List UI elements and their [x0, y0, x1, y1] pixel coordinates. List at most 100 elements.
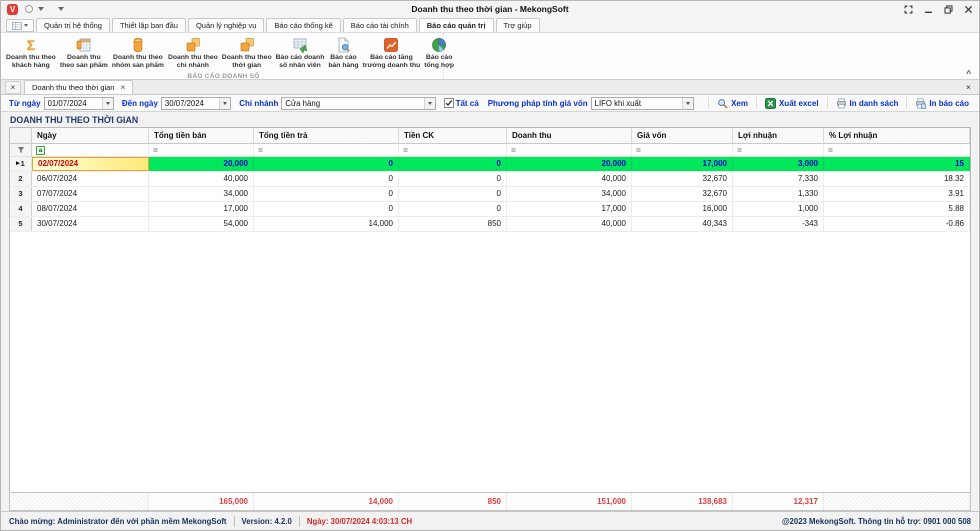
- toolbar-options-caret-icon[interactable]: [58, 7, 64, 11]
- minimize-icon[interactable]: [924, 5, 933, 14]
- cell-tong-tien-tra[interactable]: 0: [254, 172, 399, 186]
- ribbon-button-revenue-growth-report[interactable]: Báo cáo tăngtrưởng doanh thu: [361, 35, 423, 72]
- cell-tong-tien-ban[interactable]: 54,000: [149, 217, 254, 231]
- cell-tong-tien-ban[interactable]: 40,000: [149, 172, 254, 186]
- ribbon-button-summary-report[interactable]: Báo cáotổng hợp: [422, 35, 456, 72]
- ribbon-button-employee-sales-report[interactable]: Báo cáo doanhsố nhân viên: [274, 35, 327, 72]
- cell-tong-tien-tra[interactable]: 0: [254, 202, 399, 216]
- ribbon-button-revenue-by-customer[interactable]: Σ Doanh thu theokhách hàng: [4, 35, 58, 72]
- cell-tien-ck[interactable]: 0: [399, 202, 507, 216]
- cell-pct-loi-nhuan[interactable]: -0.86: [824, 217, 970, 231]
- cell-loi-nhuan[interactable]: 7,330: [733, 172, 824, 186]
- cell-doanh-thu[interactable]: 40,000: [507, 217, 632, 231]
- cell-doanh-thu[interactable]: 40,000: [507, 172, 632, 186]
- table-row[interactable]: 5 30/07/2024 54,000 14,000 850 40,000 40…: [10, 217, 970, 232]
- cell-loi-nhuan[interactable]: 1,000: [733, 202, 824, 216]
- menu-tab-thiet-lap-ban-dau[interactable]: Thiết lập ban đầu: [112, 18, 186, 32]
- to-date-combo[interactable]: 30/07/2024: [161, 97, 231, 110]
- cell-gia-von[interactable]: 32,670: [632, 187, 733, 201]
- restore-icon[interactable]: [944, 5, 953, 14]
- cell-loi-nhuan[interactable]: 3,000: [733, 157, 824, 171]
- cell-ngay[interactable]: 02/07/2024: [32, 157, 149, 171]
- cell-pct-loi-nhuan[interactable]: 5.88: [824, 202, 970, 216]
- cell-tien-ck[interactable]: 0: [399, 157, 507, 171]
- column-header-doanh-thu[interactable]: Doanh thu: [507, 128, 632, 143]
- cell-doanh-thu[interactable]: 34,000: [507, 187, 632, 201]
- column-header-ngay[interactable]: Ngày: [32, 128, 149, 143]
- filter-cell[interactable]: =: [733, 144, 824, 156]
- cell-tong-tien-ban[interactable]: 34,000: [149, 187, 254, 201]
- table-row[interactable]: 3 07/07/2024 34,000 0 0 34,000 32,670 1,…: [10, 187, 970, 202]
- all-checkbox-label[interactable]: Tất cả: [456, 99, 479, 108]
- chevron-down-icon[interactable]: [682, 98, 693, 109]
- all-checkbox[interactable]: [444, 98, 454, 108]
- menu-tab-bao-cao-tai-chinh[interactable]: Báo cáo tài chính: [343, 18, 417, 32]
- cell-tong-tien-tra[interactable]: 14,000: [254, 217, 399, 231]
- cell-tien-ck[interactable]: 0: [399, 172, 507, 186]
- fullscreen-icon[interactable]: [904, 5, 913, 14]
- cell-ngay[interactable]: 08/07/2024: [32, 202, 149, 216]
- cell-tong-tien-tra[interactable]: 0: [254, 157, 399, 171]
- cell-doanh-thu[interactable]: 17,000: [507, 202, 632, 216]
- filter-cell[interactable]: =: [149, 144, 254, 156]
- ribbon-button-revenue-by-product-group[interactable]: Doanh thu theonhóm sản phẩm: [110, 35, 166, 72]
- quick-access-icon[interactable]: [25, 5, 33, 13]
- cell-loi-nhuan[interactable]: -343: [733, 217, 824, 231]
- cell-tong-tien-tra[interactable]: 0: [254, 187, 399, 201]
- ribbon-button-sales-report[interactable]: Báo cáobán hàng: [326, 35, 360, 72]
- app-menu-button[interactable]: [6, 19, 34, 32]
- filter-cell[interactable]: =: [507, 144, 632, 156]
- table-row[interactable]: 2 06/07/2024 40,000 0 0 40,000 32,670 7,…: [10, 172, 970, 187]
- cell-gia-von[interactable]: 40,343: [632, 217, 733, 231]
- menu-tab-bao-cao-thong-ke[interactable]: Báo cáo thống kê: [266, 18, 340, 32]
- cell-tien-ck[interactable]: 850: [399, 217, 507, 231]
- chevron-down-icon[interactable]: [102, 98, 113, 109]
- cell-gia-von[interactable]: 32,670: [632, 172, 733, 186]
- cell-ngay[interactable]: 07/07/2024: [32, 187, 149, 201]
- view-button[interactable]: Xem: [715, 98, 750, 109]
- column-header-tong-tien-tra[interactable]: Tổng tiền trả: [254, 128, 399, 143]
- column-header-gia-von[interactable]: Giá vốn: [632, 128, 733, 143]
- close-document-icon[interactable]: ×: [966, 82, 975, 94]
- chevron-down-icon[interactable]: [219, 98, 230, 109]
- menu-tab-tro-giup[interactable]: Trợ giúp: [496, 18, 540, 32]
- cell-ngay[interactable]: 30/07/2024: [32, 217, 149, 231]
- menu-tab-quan-ly-nghiep-vu[interactable]: Quản lý nghiệp vụ: [188, 18, 264, 32]
- close-tab-icon[interactable]: ×: [120, 83, 125, 93]
- print-list-button[interactable]: In danh sách: [834, 98, 901, 109]
- ribbon-button-revenue-by-product[interactable]: Doanh thutheo sản phẩm: [58, 35, 110, 72]
- cell-gia-von[interactable]: 17,000: [632, 157, 733, 171]
- from-date-combo[interactable]: 01/07/2024: [44, 97, 114, 110]
- cell-gia-von[interactable]: 16,000: [632, 202, 733, 216]
- close-icon[interactable]: [964, 5, 973, 14]
- menu-tab-quan-tri-he-thong[interactable]: Quản trị hệ thống: [36, 18, 110, 32]
- cell-loi-nhuan[interactable]: 1,330: [733, 187, 824, 201]
- ribbon-button-revenue-by-branch[interactable]: Doanh thu theochi nhánh: [166, 35, 220, 72]
- column-header-tien-ck[interactable]: Tiền CK: [399, 128, 507, 143]
- branch-combo[interactable]: Cửa hàng: [281, 97, 435, 110]
- cell-pct-loi-nhuan[interactable]: 15: [824, 157, 970, 171]
- filter-cell-ngay[interactable]: a: [32, 144, 149, 156]
- cell-tong-tien-ban[interactable]: 17,000: [149, 202, 254, 216]
- cell-ngay[interactable]: 06/07/2024: [32, 172, 149, 186]
- close-all-tabs-button[interactable]: ×: [5, 81, 21, 94]
- table-row[interactable]: ▸1 02/07/2024 20,000 0 0 20,000 17,000 3…: [10, 157, 970, 172]
- cell-pct-loi-nhuan[interactable]: 3.91: [824, 187, 970, 201]
- cell-tien-ck[interactable]: 0: [399, 187, 507, 201]
- filter-cell[interactable]: =: [254, 144, 399, 156]
- filter-cell[interactable]: =: [632, 144, 733, 156]
- menu-tab-bao-cao-quan-tri[interactable]: Báo cáo quản trị: [419, 18, 494, 32]
- filter-cell[interactable]: =: [824, 144, 970, 156]
- cell-pct-loi-nhuan[interactable]: 18.32: [824, 172, 970, 186]
- chevron-down-icon[interactable]: [424, 98, 435, 109]
- column-header-tong-tien-ban[interactable]: Tổng tiền bán: [149, 128, 254, 143]
- column-header-pct-loi-nhuan[interactable]: % Lợi nhuận: [824, 128, 970, 143]
- table-row[interactable]: 4 08/07/2024 17,000 0 0 17,000 16,000 1,…: [10, 202, 970, 217]
- column-header-loi-nhuan[interactable]: Lợi nhuận: [733, 128, 824, 143]
- print-report-button[interactable]: In báo cáo: [913, 98, 971, 109]
- filter-cell[interactable]: =: [399, 144, 507, 156]
- ribbon-button-revenue-by-time[interactable]: Doanh thu theothời gian: [220, 35, 274, 72]
- collapse-ribbon-icon[interactable]: ^: [966, 70, 971, 78]
- costing-method-combo[interactable]: LIFO khi xuất: [591, 97, 695, 110]
- tab-doanh-thu-theo-thoi-gian[interactable]: Doanh thu theo thời gian ×: [24, 80, 133, 94]
